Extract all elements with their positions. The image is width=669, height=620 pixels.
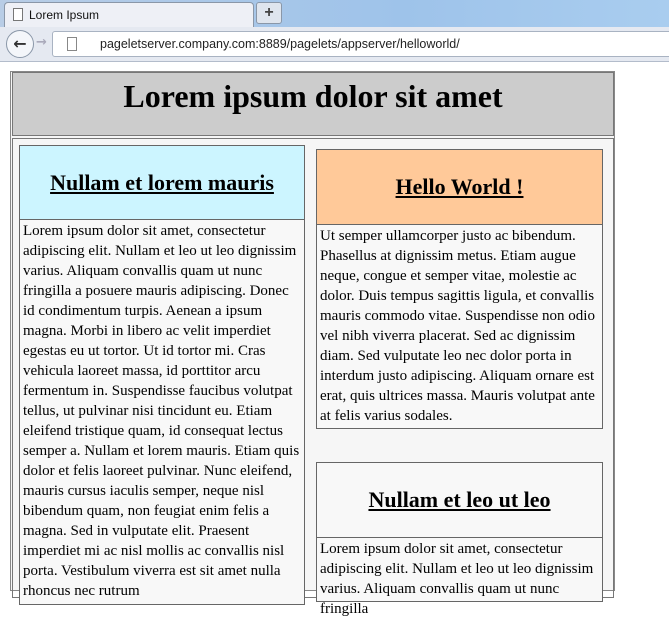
panel-heading: Hello World ! [317,150,602,225]
panel-body: Lorem ipsum dolor sit amet, consectetur … [23,223,300,599]
panel-body: Ut semper ullamcorper justo ac bibendum.… [320,228,595,424]
panel-heading: Nullam et leo ut leo [317,463,602,538]
panel-heading: Nullam et lorem mauris [20,146,304,220]
tab-bar: Lorem Ipsum + [0,0,669,27]
tab-title: Lorem Ipsum [29,8,100,22]
forward-arrow-icon[interactable]: → [36,35,47,50]
panel-nullam-lorem: Nullam et lorem mauris Lorem ipsum dolor… [19,145,305,605]
address-bar[interactable]: pageletserver.company.com:8889/pagelets/… [52,31,669,57]
url-text: pageletserver.company.com:8889/pagelets/… [100,37,460,51]
page-icon [67,37,77,51]
panel-body: Lorem ipsum dolor sit amet, consectetur … [320,541,594,617]
navigation-bar: ← → pageletserver.company.com:8889/pagel… [0,27,669,62]
browser-tab[interactable]: Lorem Ipsum [4,2,254,27]
page-title: Lorem ipsum dolor sit amet [12,72,614,136]
panel-nullam-leo: Nullam et leo ut leo Lorem ipsum dolor s… [316,462,603,617]
new-tab-button[interactable]: + [256,2,282,24]
back-arrow-icon[interactable]: ← [6,30,34,58]
panel-hello-world: Hello World ! Ut semper ullamcorper just… [316,149,603,429]
page-icon [13,8,23,21]
